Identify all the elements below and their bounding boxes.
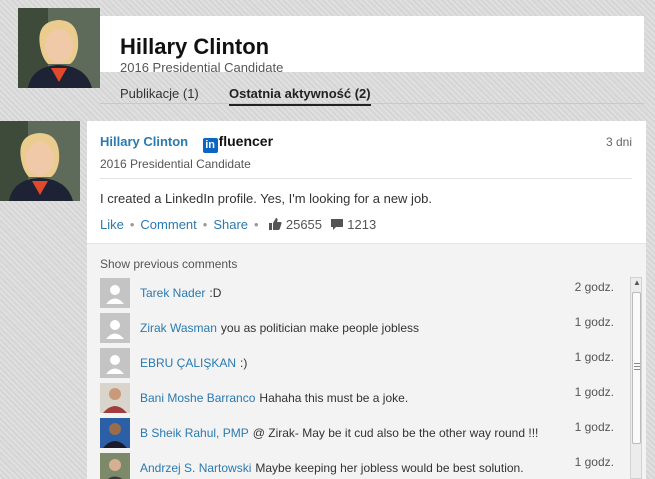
comments-section: Show previous comments Tarek Nader :D 2 g… [87,243,646,479]
influencer-label: fluencer [218,133,274,149]
divider [100,178,632,179]
post-header: Hillary Clinton in fluencer 2016 Presiden… [100,133,273,171]
scroll-up-arrow-icon[interactable]: ▲ [632,278,642,290]
post-text: I created a LinkedIn profile. Yes, I'm l… [100,191,433,206]
comment-item: Andrzej S. Nartowski Maybe keeping her jo… [100,453,614,479]
post-actions: Like • Comment • Share • 25655 1213 [100,217,376,234]
comment-bubble-icon [330,218,344,234]
show-previous-comments-link[interactable]: Show previous comments [100,257,237,271]
profile-title: 2016 Presidential Candidate [120,60,284,75]
comment-author[interactable]: Tarek Nader [140,286,205,300]
comment-item: Tarek Nader :D 2 godz. [100,278,614,308]
thumbs-up-icon [268,217,282,234]
comment-time: 2 godz. [574,280,614,294]
comment-text: :) [240,356,248,370]
comment-text: Maybe keeping her jobless would be best … [255,461,524,475]
avatar-placeholder-icon[interactable] [100,313,130,343]
comment-text: Hahaha this must be a joke. [259,391,409,405]
comment-item: Bani Moshe Barranco Hahaha this must be a… [100,383,614,413]
comment-time: 1 godz. [574,420,614,434]
profile-photo[interactable] [18,8,100,88]
avatar[interactable] [100,418,130,448]
comment-time: 1 godz. [574,350,614,364]
profile-name: Hillary Clinton [120,34,270,59]
comment-text: @ Zirak- May be it cud also be the other… [252,426,539,440]
comment-time: 1 godz. [574,455,614,469]
comment-text: you as politician make people jobless [220,321,420,335]
comment-time: 1 godz. [574,315,614,329]
post-author-name[interactable]: Hillary Clinton [100,134,188,149]
avatar-placeholder-icon[interactable] [100,278,130,308]
separator: • [129,217,135,232]
avatar[interactable] [100,383,130,413]
like-count[interactable]: 25655 [286,217,322,232]
comment-item: B Sheik Rahul, PMP @ Zirak- May be it cud… [100,418,614,448]
share-link[interactable]: Share [213,217,248,232]
grip-icon [634,363,640,372]
avatar-placeholder-icon[interactable] [100,348,130,378]
comment-count[interactable]: 1213 [347,217,376,232]
profile-info: Hillary Clinton 2016 Presidential Candid… [100,16,644,75]
separator: • [254,217,259,232]
influencer-badge[interactable]: in fluencer [202,133,274,153]
comment-item: Zirak Wasman you as politician make peopl… [100,313,614,343]
comment-time: 1 godz. [574,385,614,399]
comment-author[interactable]: Andrzej S. Nartowski [140,461,251,475]
profile-tabs: Publikacje (1) Ostatnia aktywność (2) [100,80,644,106]
like-link[interactable]: Like [100,217,124,232]
post-author-photo[interactable] [0,121,80,201]
post-timestamp: 3 dni [605,135,632,149]
profile-header: Hillary Clinton 2016 Presidential Candid… [18,8,644,106]
avatar[interactable] [100,453,130,479]
scroll-thumb[interactable] [632,292,641,444]
comment-text: :D [209,286,222,300]
comment-link[interactable]: Comment [140,217,196,232]
comments-scrollbar[interactable]: ▲ [630,277,642,479]
linkedin-logo-icon: in [202,138,218,153]
post-author-title: 2016 Presidential Candidate [100,157,251,171]
comment-item: EBRU ÇALIŞKAN:) 1 godz. [100,348,614,378]
comment-author[interactable]: Zirak Wasman [140,321,217,335]
comment-author[interactable]: B Sheik Rahul, PMP [140,426,249,440]
separator: • [202,217,208,232]
activity-post: Hillary Clinton in fluencer 2016 Presiden… [87,121,646,479]
tab-recent-activity[interactable]: Ostatnia aktywność (2) [229,86,371,106]
tab-publications[interactable]: Publikacje (1) [120,86,199,101]
comment-author[interactable]: EBRU ÇALIŞKAN [140,356,236,370]
comment-author[interactable]: Bani Moshe Barranco [140,391,255,405]
